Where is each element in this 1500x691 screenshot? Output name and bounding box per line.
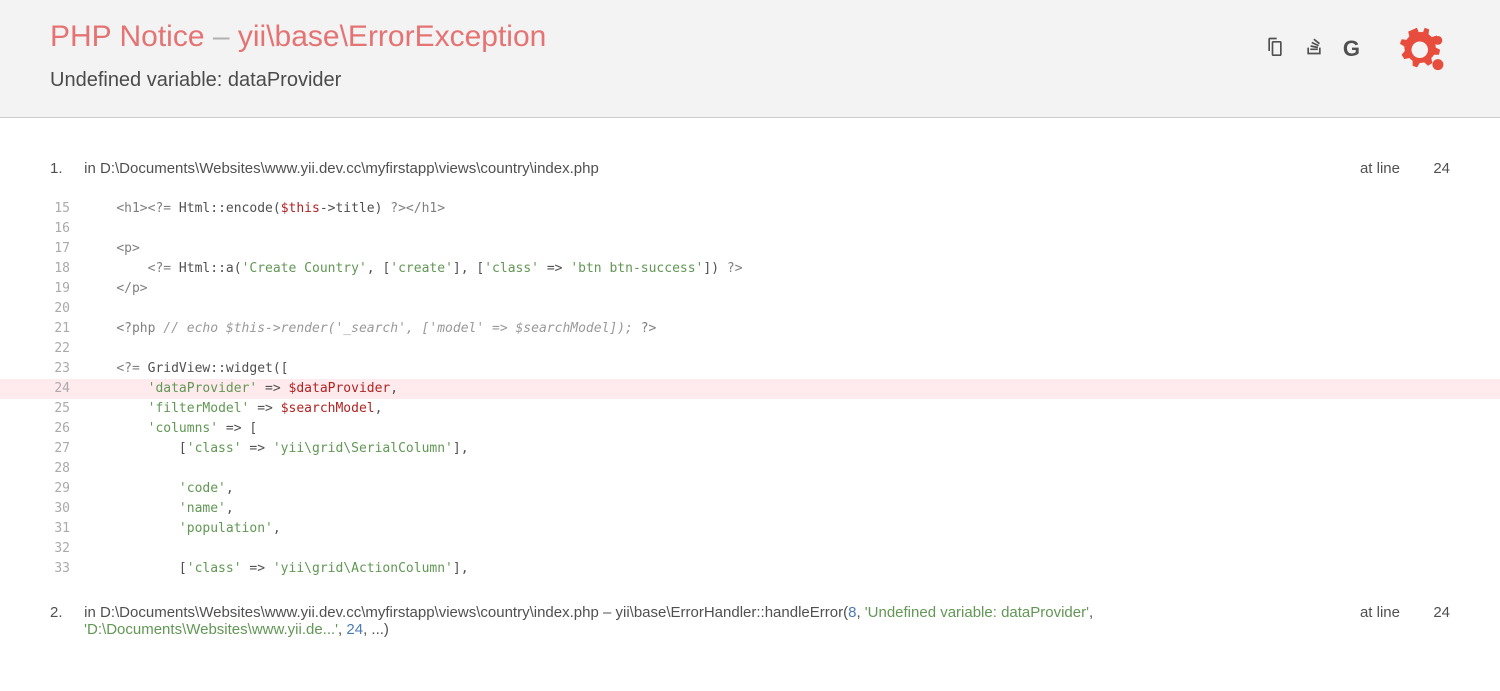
stack-file: D:\Documents\Websites\www.yii.dev.cc\myf…	[100, 160, 599, 177]
code-content	[85, 299, 1500, 319]
code-content: ['class' => 'yii\grid\ActionColumn'],	[85, 559, 1500, 579]
stack-item-header[interactable]: 1. in D:\Documents\Websites\www.yii.dev.…	[0, 148, 1500, 189]
code-content	[85, 539, 1500, 559]
at-line-label: at line	[1360, 160, 1400, 177]
line-number: 24	[1433, 604, 1450, 621]
line-num: 27	[0, 439, 85, 459]
code-content: 'population',	[85, 519, 1500, 539]
line-num: 30	[0, 499, 85, 519]
line-num: 20	[0, 299, 85, 319]
code-line: 28	[0, 459, 1500, 479]
line-num: 17	[0, 239, 85, 259]
line-num: 21	[0, 319, 85, 339]
toolbar-icons: G	[1250, 35, 1360, 63]
line-num: 26	[0, 419, 85, 439]
line-num: 15	[0, 199, 85, 219]
stack-num: 2.	[50, 604, 80, 621]
copy-icon[interactable]	[1265, 35, 1285, 63]
error-title: PHP Notice – yii\base\ErrorException	[50, 20, 1450, 54]
code-line: 20	[0, 299, 1500, 319]
code-line: 32	[0, 539, 1500, 559]
code-line: 15 <h1><?= Html::encode($this->title) ?>…	[0, 199, 1500, 219]
code-content: 'columns' => [	[85, 419, 1500, 439]
line-num: 31	[0, 519, 85, 539]
code-content	[85, 219, 1500, 239]
code-line: 22	[0, 339, 1500, 359]
stack-item-2[interactable]: 2. in D:\Documents\Websites\www.yii.dev.…	[0, 604, 1500, 638]
code-line: 16	[0, 219, 1500, 239]
line-num: 19	[0, 279, 85, 299]
stack-in: in	[84, 160, 100, 177]
code-line: 17 <p>	[0, 239, 1500, 259]
code-block: 15 <h1><?= Html::encode($this->title) ?>…	[0, 199, 1500, 579]
line-num: 18	[0, 259, 85, 279]
code-content: <?= Html::a('Create Country', ['create']…	[85, 259, 1500, 279]
code-content: <?= GridView::widget([	[85, 359, 1500, 379]
code-content: </p>	[85, 279, 1500, 299]
code-content: 'code',	[85, 479, 1500, 499]
code-line: 31 'population',	[0, 519, 1500, 539]
line-num: 28	[0, 459, 85, 479]
stack-item-1[interactable]: 1. in D:\Documents\Websites\www.yii.dev.…	[0, 148, 1500, 579]
code-content	[85, 459, 1500, 479]
code-line: 27 ['class' => 'yii\grid\SerialColumn'],	[0, 439, 1500, 459]
code-line: 18 <?= Html::a('Create Country', ['creat…	[0, 259, 1500, 279]
google-icon[interactable]: G	[1343, 36, 1360, 62]
code-line: 24 'dataProvider' => $dataProvider,	[0, 379, 1500, 399]
error-header: G PHP Notice – yii\base\ErrorException U…	[0, 0, 1500, 118]
code-line: 21 <?php // echo $this->render('_search'…	[0, 319, 1500, 339]
line-num: 25	[0, 399, 85, 419]
line-num: 33	[0, 559, 85, 579]
error-message: Undefined variable: dataProvider	[50, 69, 1450, 92]
line-num: 32	[0, 539, 85, 559]
code-content	[85, 339, 1500, 359]
line-num: 23	[0, 359, 85, 379]
code-line: 26 'columns' => [	[0, 419, 1500, 439]
code-line: 25 'filterModel' => $searchModel,	[0, 399, 1500, 419]
stack-text: in D:\Documents\Websites\www.yii.dev.cc\…	[84, 604, 1264, 638]
call-stack: 1. in D:\Documents\Websites\www.yii.dev.…	[0, 148, 1500, 638]
code-content: <p>	[85, 239, 1500, 259]
line-number: 24	[1433, 160, 1450, 177]
code-content: 'filterModel' => $searchModel,	[85, 399, 1500, 419]
code-content: <h1><?= Html::encode($this->title) ?></h…	[85, 199, 1500, 219]
stackoverflow-icon[interactable]	[1304, 35, 1324, 63]
gears-icon	[1395, 25, 1450, 83]
line-num: 16	[0, 219, 85, 239]
line-num: 22	[0, 339, 85, 359]
dash: –	[205, 20, 238, 53]
code-content: 'name',	[85, 499, 1500, 519]
code-line: 23 <?= GridView::widget([	[0, 359, 1500, 379]
code-line: 30 'name',	[0, 499, 1500, 519]
code-line: 29 'code',	[0, 479, 1500, 499]
line-num: 29	[0, 479, 85, 499]
line-num: 24	[0, 379, 85, 399]
error-name: PHP Notice	[50, 20, 205, 53]
at-line-label: at line	[1360, 604, 1400, 621]
code-line: 33 ['class' => 'yii\grid\ActionColumn'],	[0, 559, 1500, 579]
code-content: 'dataProvider' => $dataProvider,	[85, 379, 1500, 399]
code-content: ['class' => 'yii\grid\SerialColumn'],	[85, 439, 1500, 459]
exception-class[interactable]: yii\base\ErrorException	[238, 20, 546, 53]
code-line: 19 </p>	[0, 279, 1500, 299]
code-content: <?php // echo $this->render('_search', […	[85, 319, 1500, 339]
stack-num: 1.	[50, 160, 80, 177]
